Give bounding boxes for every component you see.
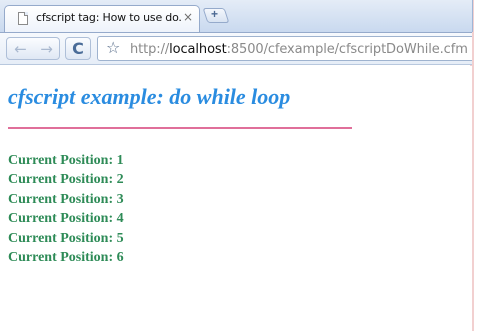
position-line: Current Position: 3 <box>8 191 124 207</box>
url-host: localhost <box>169 42 227 57</box>
page-heading: cfscript example: do while loop <box>8 84 291 109</box>
position-line: Current Position: 6 <box>8 249 124 265</box>
arrow-right-icon: → <box>40 39 53 58</box>
browser-toolbar: ← → C ☆ http://localhost:8500/cfexample/… <box>0 32 472 65</box>
arrow-left-icon: ← <box>14 39 27 58</box>
page-content: cfscript example: do while loop Current … <box>0 66 472 331</box>
position-line: Current Position: 4 <box>8 211 124 227</box>
address-bar[interactable]: ☆ http://localhost:8500/cfexample/cfscri… <box>97 36 472 61</box>
plus-icon: + <box>211 7 219 21</box>
reload-icon: C <box>72 39 84 58</box>
back-button[interactable]: ← <box>6 37 35 60</box>
position-line: Current Position: 1 <box>8 153 124 168</box>
star-icon[interactable]: ☆ <box>106 38 120 57</box>
position-list: Current Position: 1 Current Position: 2 … <box>8 151 124 267</box>
tab-strip: cfscript tag: How to use do... × + <box>0 0 473 32</box>
close-icon[interactable]: × <box>183 10 193 24</box>
reload-button[interactable]: C <box>65 37 91 60</box>
page-icon <box>18 12 28 25</box>
url-path: :8500/cfexample/cfscriptDoWhile.cfm <box>226 42 468 57</box>
position-line: Current Position: 5 <box>8 230 124 246</box>
divider <box>8 127 352 129</box>
url-text: http://localhost:8500/cfexample/cfscript… <box>130 42 468 57</box>
tab-active[interactable]: cfscript tag: How to use do... × <box>4 5 200 32</box>
position-line: Current Position: 2 <box>8 172 124 188</box>
forward-button[interactable]: → <box>34 37 60 60</box>
tab-title: cfscript tag: How to use do... <box>36 11 181 24</box>
url-prefix: http:// <box>130 42 170 57</box>
